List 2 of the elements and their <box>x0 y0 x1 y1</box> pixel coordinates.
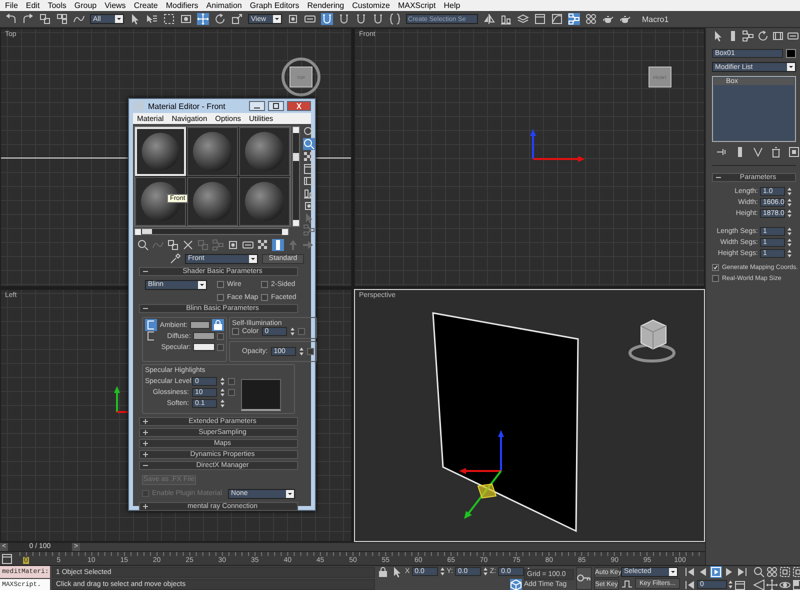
window-title: Material Editor - Front <box>148 102 226 110</box>
macro-label: Macro1 <box>642 14 669 24</box>
